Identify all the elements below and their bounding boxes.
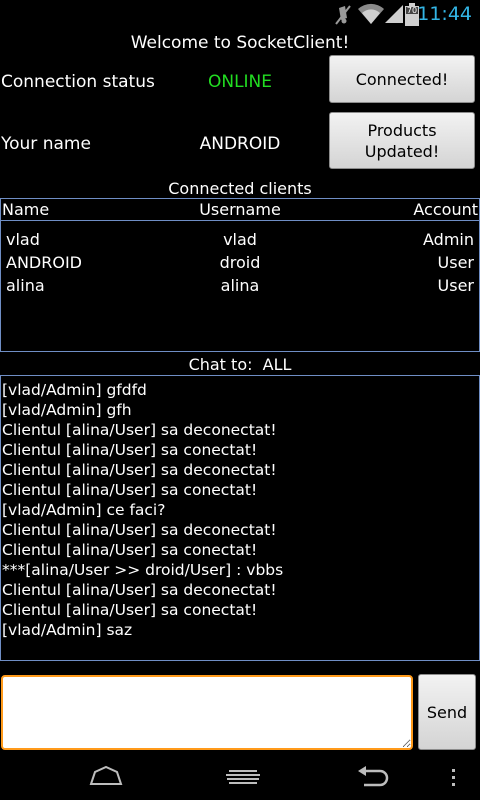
navigation-bar <box>0 752 480 800</box>
connected-button[interactable]: Connected! <box>329 55 475 103</box>
recent-apps-icon[interactable] <box>226 769 260 789</box>
chat-message: [vlad/Admin] ce faci? <box>2 501 166 519</box>
client-username: alina <box>220 276 260 295</box>
message-input[interactable] <box>1 675 413 750</box>
chat-message: Clientul [alina/User] sa deconectat! <box>2 521 277 539</box>
mute-icon <box>333 4 353 30</box>
signal-icon <box>384 4 404 28</box>
chat-message: [vlad/Admin] gfh <box>2 401 132 419</box>
back-icon[interactable] <box>356 766 390 792</box>
battery-level: 70 <box>406 6 418 15</box>
table-row[interactable]: vlad vlad Admin <box>1 230 479 253</box>
connected-clients-title: Connected clients <box>168 179 312 198</box>
chat-message: Clientul [alina/User] sa deconectat! <box>2 421 277 439</box>
chat-message: Clientul [alina/User] sa conectat! <box>2 541 258 559</box>
wifi-icon <box>357 3 385 29</box>
table-row[interactable]: ANDROID droid User <box>1 253 479 276</box>
chat-message: Clientul [alina/User] sa conectat! <box>2 481 258 499</box>
status-bar: 70 11:44 <box>0 0 480 30</box>
client-account: User <box>437 276 474 295</box>
products-updated-button[interactable]: Products Updated! <box>329 112 475 169</box>
chat-message: Clientul [alina/User] sa conectat! <box>2 601 258 619</box>
send-button[interactable]: Send <box>418 674 476 750</box>
client-username: droid <box>219 253 261 272</box>
client-account: Admin <box>423 230 474 249</box>
chat-message: Clientul [alina/User] sa deconectat! <box>2 581 277 599</box>
table-row[interactable]: alina alina User <box>1 276 479 299</box>
clients-table-header: Name Username Account <box>1 199 479 221</box>
chat-message: Clientul [alina/User] sa conectat! <box>2 441 258 459</box>
app-screen: 70 11:44 Welcome to SocketClient! Connec… <box>0 0 480 800</box>
home-icon[interactable] <box>88 764 124 792</box>
chat-message: [vlad/Admin] gfdfd <box>2 381 147 399</box>
chat-log[interactable]: [vlad/Admin] gfdfd [vlad/Admin] gfh Clie… <box>0 375 480 661</box>
client-account: User <box>437 253 474 272</box>
page-title: Welcome to SocketClient! <box>130 33 350 53</box>
your-name-value: ANDROID <box>199 134 281 154</box>
your-name-label: Your name <box>1 134 91 154</box>
clients-table[interactable]: Name Username Account vlad vlad Admin AN… <box>0 198 480 352</box>
connection-status-value: ONLINE <box>207 72 273 92</box>
client-username: vlad <box>223 230 257 249</box>
products-updated-label: Products Updated! <box>364 120 440 161</box>
column-header-account: Account <box>413 200 478 219</box>
connection-status-label: Connection status <box>1 72 155 92</box>
chat-message: ***[alina/User >> droid/User] : vbbs <box>2 561 284 579</box>
overflow-menu-icon[interactable] <box>451 768 457 792</box>
column-header-username: Username <box>199 200 281 219</box>
chat-message: [vlad/Admin] saz <box>2 621 133 639</box>
chat-message: Clientul [alina/User] sa deconectat! <box>2 461 277 479</box>
chat-target-label: Chat to: ALL <box>188 355 292 374</box>
clock: 11:44 <box>417 3 472 25</box>
